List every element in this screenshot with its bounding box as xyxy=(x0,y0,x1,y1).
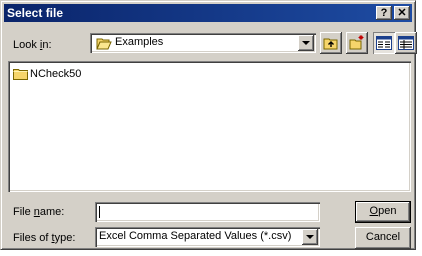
files-of-type-label-part: Files of xyxy=(13,232,52,244)
new-folder-icon xyxy=(349,35,364,50)
text-caret xyxy=(99,206,100,218)
look-in-dropdown-arrow[interactable] xyxy=(298,35,314,51)
file-list[interactable]: NCheck50 xyxy=(8,61,411,192)
up-one-level-button[interactable] xyxy=(320,32,342,54)
title-bar[interactable]: Select file ? ✕ xyxy=(4,4,412,22)
files-of-type-label-part: ype: xyxy=(54,232,76,244)
up-folder-icon xyxy=(323,38,338,50)
list-view-button[interactable] xyxy=(373,32,395,54)
look-in-label-part: Look xyxy=(13,39,40,51)
help-button[interactable]: ? xyxy=(376,6,392,20)
cancel-button-label: Cancel xyxy=(365,231,401,243)
details-view-icon xyxy=(398,36,414,50)
look-in-value: Examples xyxy=(115,36,164,48)
select-file-dialog: Select file ? ✕ Look in: Examples NCheck… xyxy=(0,0,417,250)
file-name-label-part: ame: xyxy=(39,206,65,218)
look-in-label-part: n: xyxy=(42,39,52,51)
cancel-button[interactable]: Cancel xyxy=(355,227,411,249)
create-new-folder-button[interactable] xyxy=(346,32,368,54)
dialog-title: Select file xyxy=(7,6,64,20)
file-name-input[interactable] xyxy=(95,202,320,222)
file-name-label-part: File xyxy=(13,206,34,218)
close-button[interactable]: ✕ xyxy=(394,6,410,20)
files-of-type-label: Files of type: xyxy=(13,232,75,245)
open-button[interactable]: Open xyxy=(355,201,411,223)
files-of-type-dropdown-arrow[interactable] xyxy=(302,229,318,245)
files-of-type-value: Excel Comma Separated Values (*.csv) xyxy=(99,230,292,242)
look-in-label: Look in: xyxy=(13,39,52,52)
open-button-accesskey: O xyxy=(369,205,379,217)
file-name-label: File name: xyxy=(13,206,64,219)
look-in-dropdown[interactable]: Examples xyxy=(90,33,316,53)
files-of-type-dropdown[interactable]: Excel Comma Separated Values (*.csv) xyxy=(95,227,320,247)
list-view-icon xyxy=(376,36,392,50)
details-view-button[interactable] xyxy=(395,32,417,54)
open-button-label: pen xyxy=(378,205,397,217)
list-item-label: NCheck50 xyxy=(30,68,82,80)
folder-icon xyxy=(13,69,28,80)
open-folder-icon xyxy=(96,38,112,50)
